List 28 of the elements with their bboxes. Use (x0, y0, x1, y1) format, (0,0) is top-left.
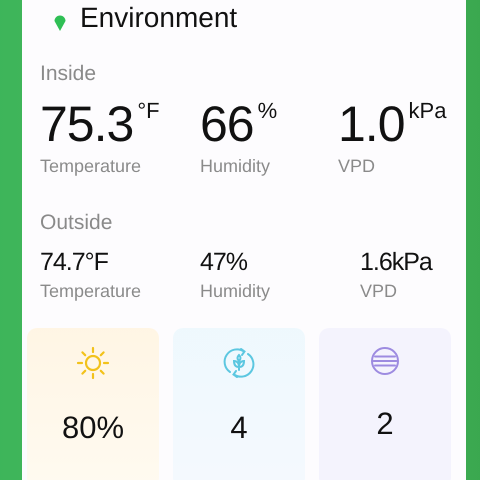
reading-label: VPD (360, 281, 398, 302)
reading-unit: kPa (408, 98, 446, 124)
reading-value: 66 (200, 96, 254, 152)
reading-unit: °F (137, 98, 160, 124)
section-title: Environment (80, 2, 238, 34)
stat-tile[interactable]: 80% (27, 328, 159, 480)
reading-value: 75.3 (40, 96, 134, 152)
tile-value: 2 (376, 406, 394, 442)
reading-label: Humidity (200, 156, 270, 177)
leaf-cycle-icon (222, 346, 256, 380)
reading-value: 74.7°F (40, 247, 108, 277)
reading-value: 1.0 (338, 96, 405, 152)
stat-tile[interactable]: 2 (319, 328, 451, 480)
reading-label: VPD (338, 156, 376, 177)
reading-value: 47% (200, 247, 248, 277)
stat-tile[interactable]: 4 (173, 328, 305, 480)
reading-value: 1.6kPa (360, 247, 432, 277)
group-label: Outside (40, 211, 114, 235)
pin-icon (54, 15, 66, 31)
lines-icon (370, 346, 400, 376)
reading-label: Temperature (40, 156, 142, 177)
group-label: Inside (40, 62, 98, 86)
sun-icon (76, 346, 110, 380)
reading-unit: % (258, 98, 278, 124)
reading-label: Humidity (200, 281, 270, 302)
reading-label: Temperature (40, 281, 142, 302)
tile-value: 80% (62, 410, 124, 446)
tile-value: 4 (230, 410, 248, 446)
